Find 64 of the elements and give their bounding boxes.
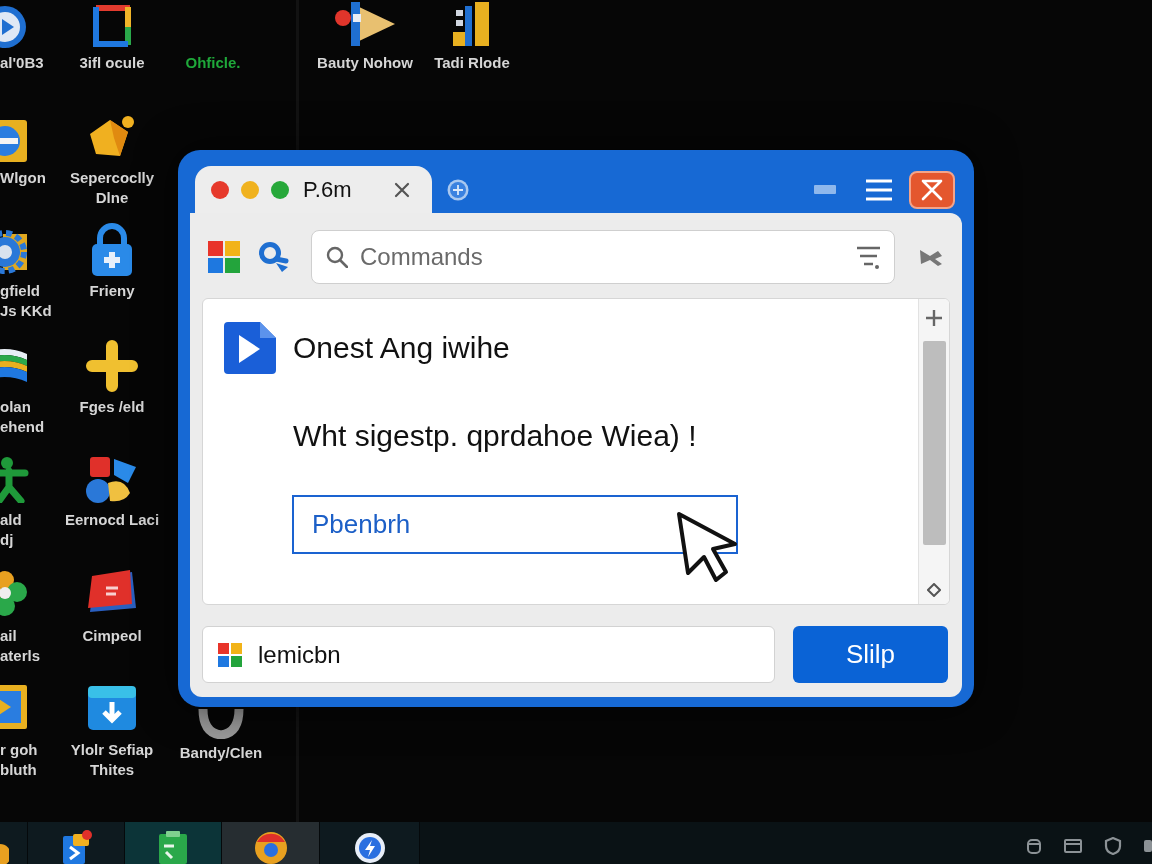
- shield-icon[interactable]: [1104, 837, 1122, 855]
- icon-label: olan ehend: [0, 397, 45, 437]
- search-icon[interactable]: [326, 246, 348, 268]
- close-icon[interactable]: [394, 181, 410, 198]
- scrollbar[interactable]: [918, 299, 949, 604]
- figure-icon[interactable]: [0, 455, 29, 503]
- diamond-icon[interactable]: [927, 583, 941, 597]
- cylinder-icon[interactable]: [1026, 838, 1042, 854]
- icon-label: Frieny: [89, 281, 135, 301]
- download-box-icon[interactable]: [86, 684, 138, 732]
- four-squares-icon[interactable]: [208, 241, 240, 273]
- icon-label: gfield Js KKd: [0, 281, 52, 321]
- ring-icon[interactable]: [197, 707, 245, 739]
- icon-label: Eernocd Laci: [64, 510, 160, 530]
- input-field[interactable]: lemicbn: [202, 626, 775, 683]
- window-dot-icon[interactable]: [211, 180, 229, 199]
- orb-icon[interactable]: [252, 830, 289, 864]
- search-field[interactable]: Commands: [311, 230, 895, 284]
- clipboard-icon[interactable]: [156, 830, 190, 864]
- dialog-heading: Onest Ang iwihe: [293, 330, 510, 366]
- taskbar-button[interactable]: [28, 822, 125, 864]
- scrollbar-thumb[interactable]: [922, 341, 946, 545]
- icon-label: al'0B3: [0, 53, 44, 73]
- taskbar-button[interactable]: [125, 822, 222, 864]
- magnifier-pointer-icon[interactable]: [258, 241, 290, 273]
- gear-icon[interactable]: [0, 228, 29, 276]
- taskbar-button[interactable]: [0, 822, 28, 864]
- icon-label: Bandy/Clen: [179, 743, 263, 763]
- pin-icon[interactable]: [918, 247, 944, 267]
- four-squares-icon: [218, 642, 242, 667]
- icon-label: Cimpeol: [82, 626, 142, 646]
- icon-label: Ylolr Sefiap Thites: [70, 740, 154, 780]
- plus-icon[interactable]: [84, 340, 140, 392]
- taskbar-button[interactable]: [320, 822, 420, 864]
- play-file-icon[interactable]: [224, 322, 276, 374]
- close-button[interactable]: [909, 170, 955, 209]
- plus-circle-icon[interactable]: [447, 178, 469, 201]
- icon-label: ald dj: [0, 510, 22, 550]
- icon-label: r goh bluth: [0, 740, 38, 780]
- lightning-circle-icon[interactable]: [352, 830, 387, 864]
- menu-icon[interactable]: [865, 178, 893, 201]
- play-triangle-icon[interactable]: [333, 0, 397, 48]
- window-icon[interactable]: [1064, 838, 1082, 854]
- icon-label: Ohficle.: [185, 53, 241, 73]
- icon-label: Tadi Rlode: [434, 53, 510, 73]
- action-button[interactable]: Slilp: [793, 626, 948, 683]
- mouse-pointer-icon: [676, 511, 738, 584]
- icon-label: ail aterls: [0, 626, 41, 666]
- window-dot-icon[interactable]: [271, 180, 289, 199]
- icon-label: 3ifl ocule: [79, 53, 145, 73]
- filter-icon[interactable]: [856, 245, 881, 269]
- icon-label: Bauty Nohow: [317, 53, 413, 73]
- icon-label: Wlgon: [0, 168, 46, 188]
- taskbar-button[interactable]: [222, 822, 320, 864]
- plug-icon[interactable]: [1144, 838, 1152, 854]
- tile-icon[interactable]: [0, 683, 29, 731]
- icon-label: Fges /eld: [79, 397, 145, 417]
- plus-icon[interactable]: [926, 310, 942, 326]
- message-text: Wht sigestp. qprdahoe Wiea) !: [293, 418, 697, 454]
- window-dot-icon[interactable]: [241, 180, 259, 199]
- flower-icon[interactable]: [0, 570, 29, 618]
- browser-tab[interactable]: P.6m: [195, 166, 432, 213]
- text-input[interactable]: Pbenbrh: [292, 495, 738, 554]
- icon-label: Sepercoclly Dlne: [69, 168, 155, 208]
